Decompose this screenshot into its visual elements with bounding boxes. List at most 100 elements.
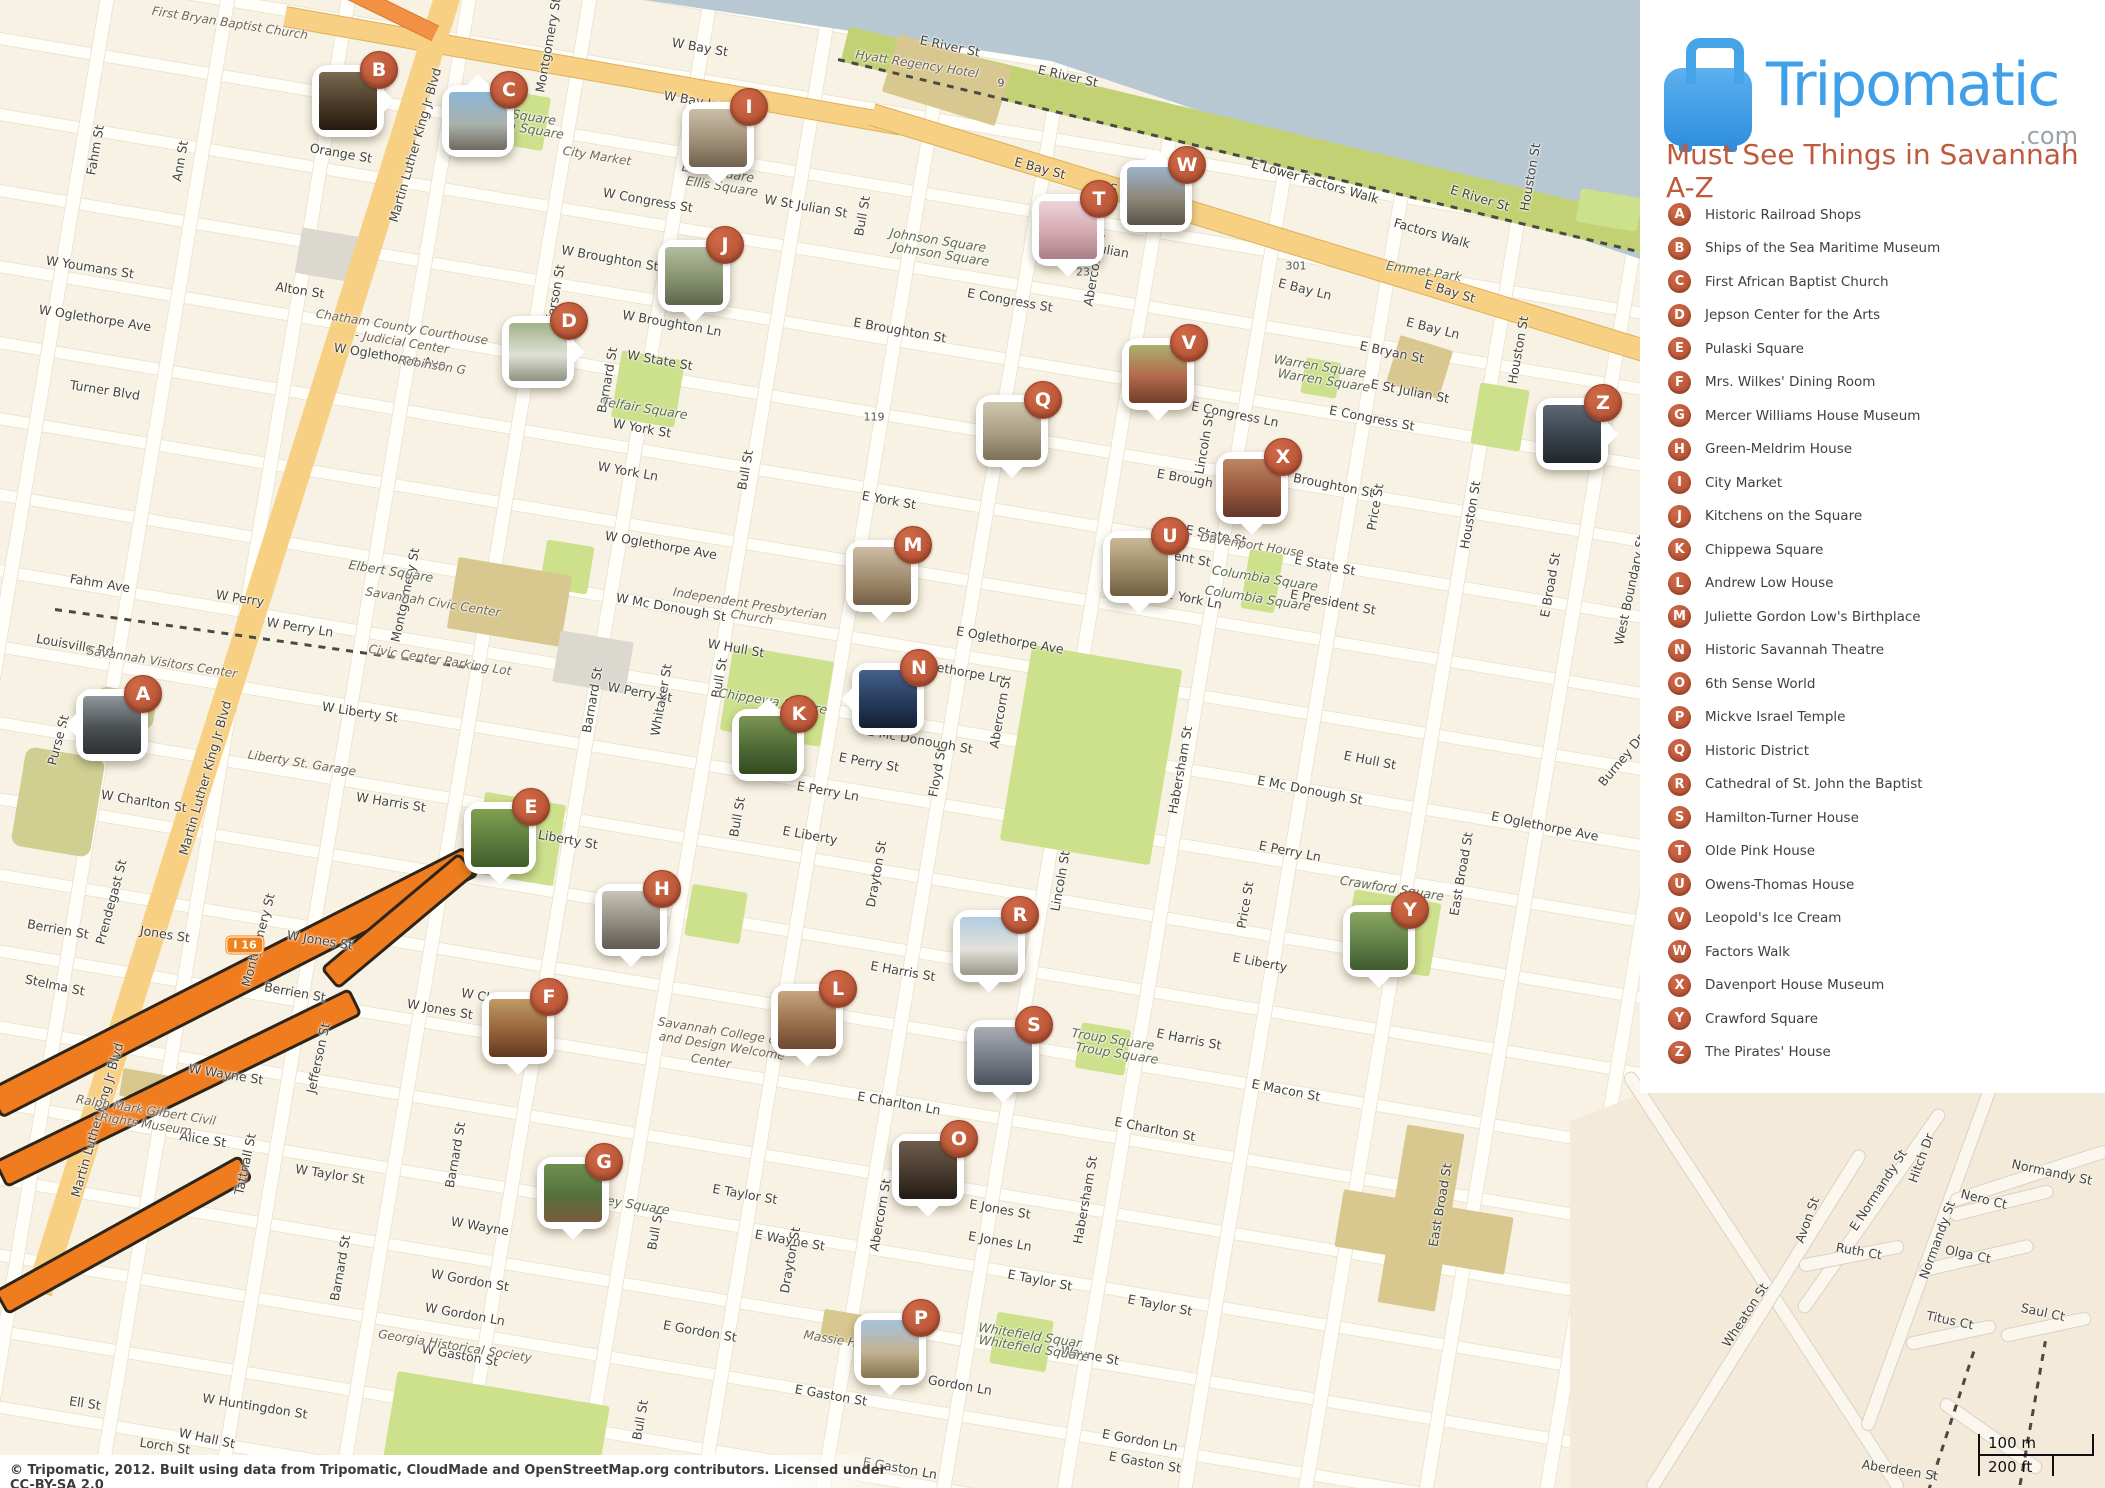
legend-label: Andrew Low House xyxy=(1705,575,1833,591)
marker-badge-N: N xyxy=(900,649,938,687)
legend-badge-F: F xyxy=(1668,371,1691,394)
southeast-district-area xyxy=(1570,1062,2105,1488)
legend-badge-N: N xyxy=(1668,639,1691,662)
map-marker-Y[interactable]: Y xyxy=(1343,905,1415,977)
marker-badge-D: D xyxy=(550,302,588,340)
marker-badge-V: V xyxy=(1170,324,1208,362)
map-marker-H[interactable]: H xyxy=(595,884,667,956)
map-marker-Q[interactable]: Q xyxy=(976,395,1048,467)
map-marker-D[interactable]: D xyxy=(502,316,574,388)
map-marker-I[interactable]: I xyxy=(682,102,754,174)
legend-item-R[interactable]: RCathedral of St. John the Baptist xyxy=(1668,773,1940,796)
legend-label: Crawford Square xyxy=(1705,1011,1818,1027)
ref-number: 301 xyxy=(1286,260,1307,273)
map-marker-G[interactable]: G xyxy=(537,1157,609,1229)
legend-badge-C: C xyxy=(1668,270,1691,293)
legend-item-H[interactable]: HGreen-Meldrim House xyxy=(1668,438,1940,461)
marker-badge-A: A xyxy=(124,675,162,713)
ref-number: 119 xyxy=(864,411,885,424)
attribution-bar: © Tripomatic, 2012. Built using data fro… xyxy=(0,1455,900,1488)
page-title: Must See Things in Savannah A-Z xyxy=(1666,138,2096,204)
logo-wordmark: Tripomatic xyxy=(1766,50,2058,120)
legend-badge-O: O xyxy=(1668,672,1691,695)
map-marker-V[interactable]: V xyxy=(1122,338,1194,410)
map-marker-M[interactable]: M xyxy=(846,540,918,612)
legend-item-B[interactable]: BShips of the Sea Maritime Museum xyxy=(1668,237,1940,260)
legend-label: Historic Railroad Shops xyxy=(1705,207,1861,223)
legend-item-X[interactable]: XDavenport House Museum xyxy=(1668,974,1940,997)
legend-item-S[interactable]: SHamilton-Turner House xyxy=(1668,806,1940,829)
legend-item-W[interactable]: WFactors Walk xyxy=(1668,940,1940,963)
legend-item-A[interactable]: AHistoric Railroad Shops xyxy=(1668,203,1940,226)
legend-label: Historic Savannah Theatre xyxy=(1705,642,1884,658)
marker-badge-K: K xyxy=(780,695,818,733)
legend-item-E[interactable]: EPulaski Square xyxy=(1668,337,1940,360)
park-madison-square xyxy=(684,884,748,945)
legend-badge-S: S xyxy=(1668,806,1691,829)
legend-badge-I: I xyxy=(1668,471,1691,494)
map-marker-F[interactable]: F xyxy=(482,992,554,1064)
legend-item-L[interactable]: LAndrew Low House xyxy=(1668,572,1940,595)
legend-item-I[interactable]: I City Market xyxy=(1668,471,1940,494)
legend-item-U[interactable]: UOwens-Thomas House xyxy=(1668,873,1940,896)
legend-item-O[interactable]: O 6th Sense World xyxy=(1668,672,1940,695)
legend-item-C[interactable]: C First African Baptist Church xyxy=(1668,270,1940,293)
legend-item-D[interactable]: DJepson Center for the Arts xyxy=(1668,304,1940,327)
legend-item-F[interactable]: F Mrs. Wilkes' Dining Room xyxy=(1668,371,1940,394)
legend-label: Olde Pink House xyxy=(1705,843,1815,859)
legend-item-T[interactable]: TOlde Pink House xyxy=(1668,840,1940,863)
legend-badge-U: U xyxy=(1668,873,1691,896)
suitcase-handle-icon xyxy=(1686,38,1744,84)
marker-badge-I: I xyxy=(730,88,768,126)
legend-item-V[interactable]: VLeopold's Ice Cream xyxy=(1668,907,1940,930)
legend-badge-P: P xyxy=(1668,706,1691,729)
legend-label: 6th Sense World xyxy=(1705,676,1815,692)
legend-item-M[interactable]: MJuliette Gordon Low's Birthplace xyxy=(1668,605,1940,628)
map-marker-B[interactable]: B xyxy=(312,65,384,137)
marker-badge-W: W xyxy=(1168,146,1206,184)
legend-label: Mickve Israel Temple xyxy=(1705,709,1845,725)
legend-item-K[interactable]: KChippewa Square xyxy=(1668,538,1940,561)
legend-badge-B: B xyxy=(1668,237,1691,260)
ref-number: 9 xyxy=(998,77,1005,90)
legend-item-G[interactable]: GMercer Williams House Museum xyxy=(1668,404,1940,427)
scale-metric: 100 m xyxy=(1978,1434,2094,1456)
map-marker-W[interactable]: W xyxy=(1120,160,1192,232)
marker-badge-L: L xyxy=(819,970,857,1008)
legend-label: Mrs. Wilkes' Dining Room xyxy=(1705,374,1875,390)
legend-item-Z[interactable]: ZThe Pirates' House xyxy=(1668,1041,1940,1064)
map-marker-E[interactable]: E xyxy=(464,802,536,874)
marker-badge-G: G xyxy=(585,1143,623,1181)
map-marker-S[interactable]: S xyxy=(967,1020,1039,1092)
marker-badge-E: E xyxy=(512,788,550,826)
marker-badge-Y: Y xyxy=(1391,891,1429,929)
map-marker-K[interactable]: K xyxy=(732,709,804,781)
marker-badge-Z: Z xyxy=(1584,384,1622,422)
map-marker-T[interactable]: T xyxy=(1032,194,1104,266)
map-marker-Z[interactable]: Z xyxy=(1536,398,1608,470)
map-marker-L[interactable]: L xyxy=(771,984,843,1056)
legend-item-P[interactable]: P Mickve Israel Temple xyxy=(1668,706,1940,729)
map-marker-C[interactable]: C xyxy=(442,85,514,157)
map-marker-A[interactable]: A xyxy=(76,689,148,761)
legend-label: First African Baptist Church xyxy=(1705,274,1889,290)
legend-label: Green-Meldrim House xyxy=(1705,441,1852,457)
map-marker-R[interactable]: R xyxy=(953,910,1025,982)
legend-item-Y[interactable]: YCrawford Square xyxy=(1668,1007,1940,1030)
scale-bar: 100 m 200 ft xyxy=(1978,1434,2094,1476)
legend-item-Q[interactable]: QHistoric District xyxy=(1668,739,1940,762)
marker-badge-X: X xyxy=(1264,438,1302,476)
legend-label: Juliette Gordon Low's Birthplace xyxy=(1705,609,1921,625)
map-marker-J[interactable]: J xyxy=(658,240,730,312)
map-marker-N[interactable]: N xyxy=(852,663,924,735)
map-marker-U[interactable]: U xyxy=(1103,531,1175,603)
marker-badge-M: M xyxy=(894,526,932,564)
marker-badge-S: S xyxy=(1015,1006,1053,1044)
legend-badge-D: D xyxy=(1668,304,1691,327)
legend-item-N[interactable]: N Historic Savannah Theatre xyxy=(1668,639,1940,662)
map-marker-O[interactable]: O xyxy=(892,1134,964,1206)
legend-item-J[interactable]: JKitchens on the Square xyxy=(1668,505,1940,528)
map-marker-P[interactable]: P xyxy=(854,1313,926,1385)
legend-label: City Market xyxy=(1705,475,1782,491)
map-marker-X[interactable]: X xyxy=(1216,452,1288,524)
